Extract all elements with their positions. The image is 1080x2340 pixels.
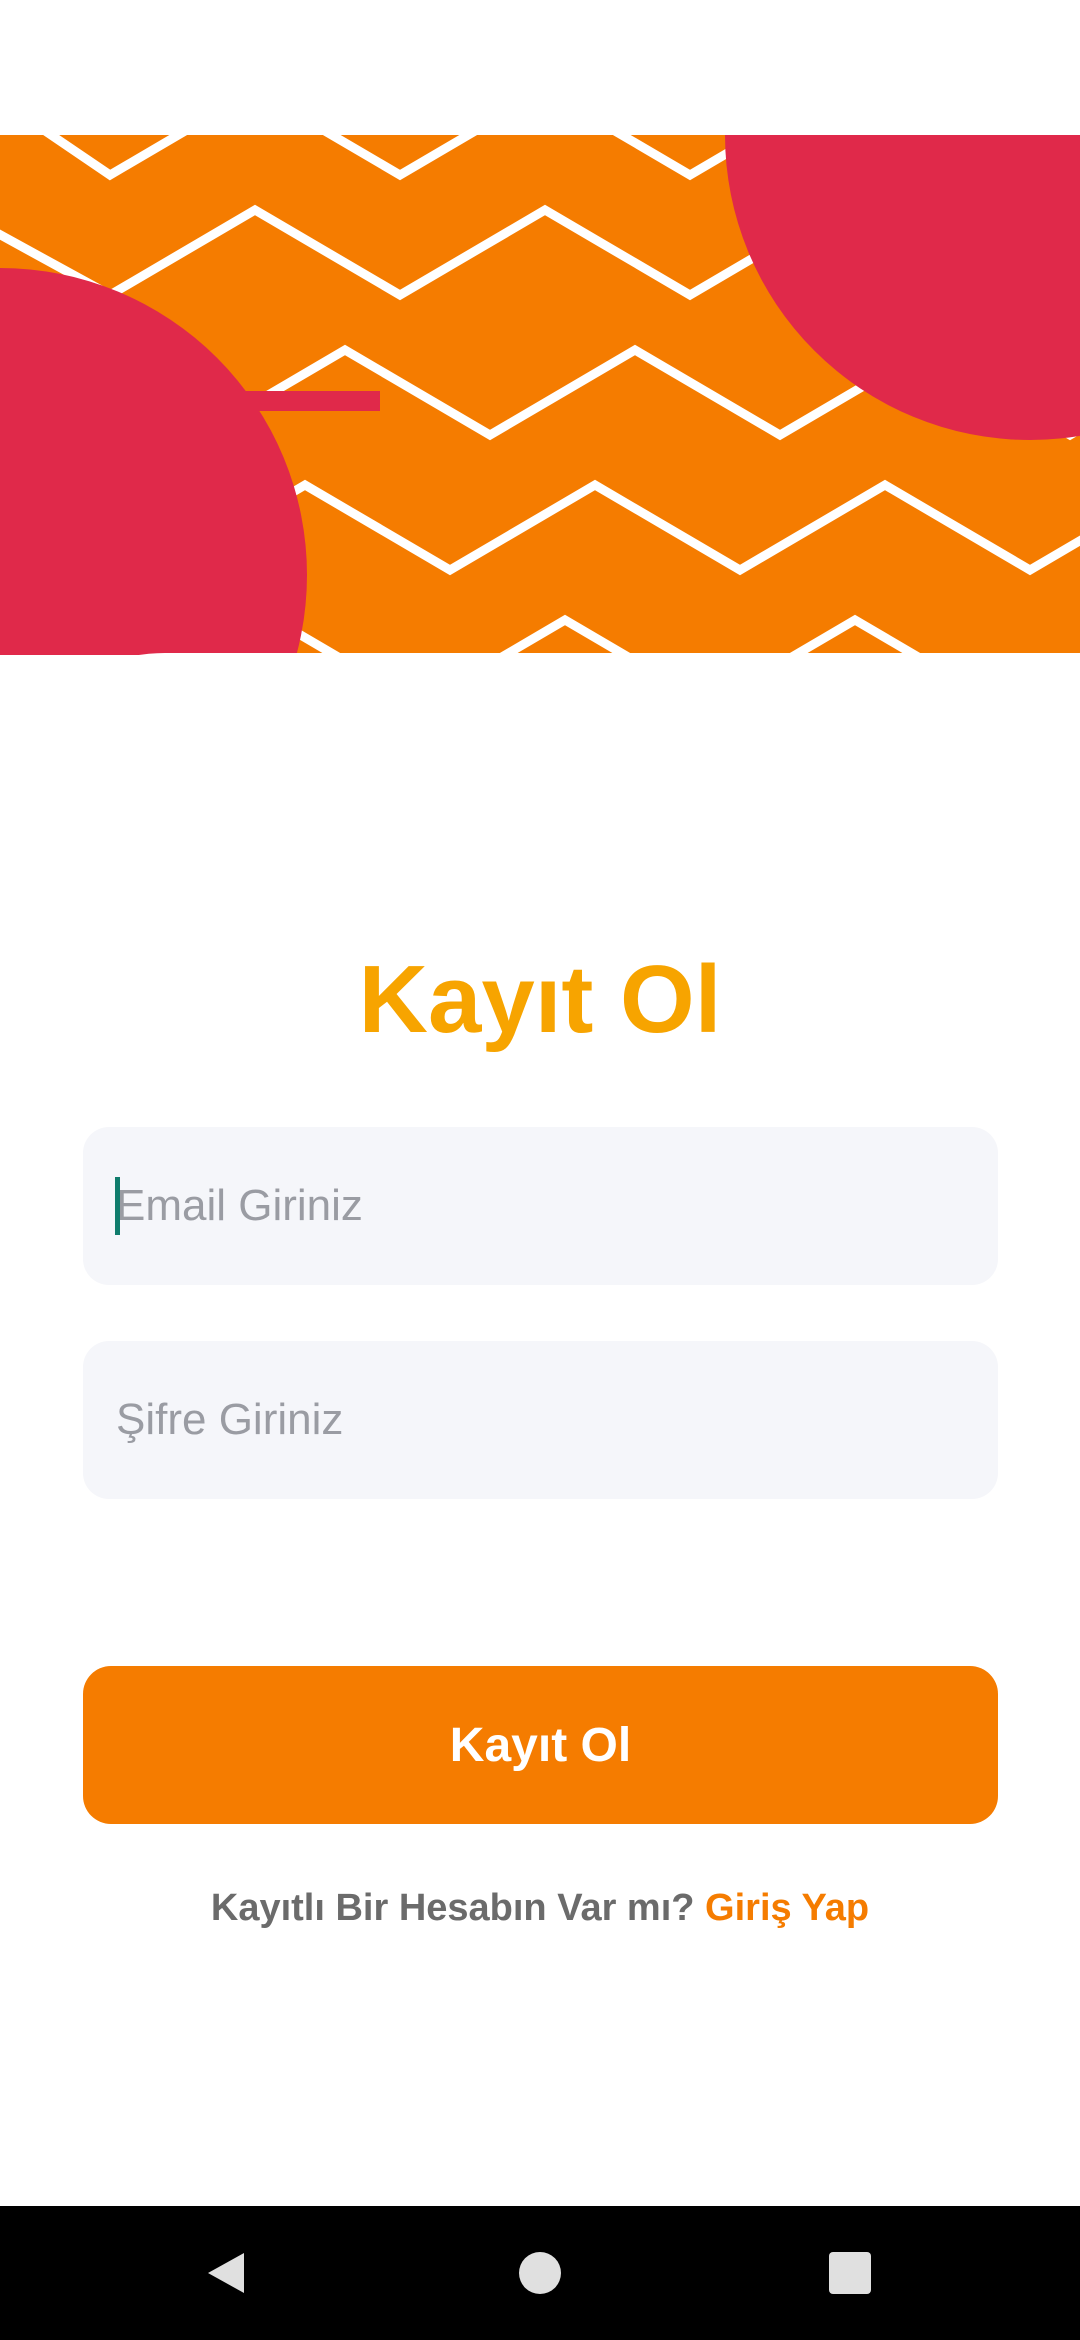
password-input[interactable] xyxy=(83,1341,998,1499)
text-cursor xyxy=(115,1177,120,1235)
login-question-text: Kayıtlı Bir Hesabın Var mı? xyxy=(210,1887,695,1929)
password-field[interactable] xyxy=(83,1341,998,1499)
system-navigation-bar xyxy=(0,2206,1080,2340)
nav-home-button[interactable] xyxy=(460,2206,620,2340)
zigzag-pattern xyxy=(0,135,1080,655)
nav-back-button[interactable] xyxy=(146,2206,306,2340)
email-field[interactable] xyxy=(83,1127,998,1285)
form-sheet-curve xyxy=(0,653,1080,833)
page-title: Kayıt Ol xyxy=(358,946,722,1053)
email-input[interactable] xyxy=(83,1127,998,1285)
login-link[interactable]: Giriş Yap xyxy=(705,1887,869,1929)
home-icon xyxy=(519,2252,561,2294)
back-icon xyxy=(208,2253,244,2293)
register-button[interactable]: Kayıt Ol xyxy=(83,1666,998,1824)
recents-icon xyxy=(829,2252,871,2294)
nav-recents-button[interactable] xyxy=(770,2206,930,2340)
status-bar xyxy=(0,0,1080,135)
login-prompt: Kayıtlı Bir Hesabın Var mı? Giriş Yap xyxy=(0,1880,1080,1936)
header-illustration xyxy=(0,135,1080,655)
